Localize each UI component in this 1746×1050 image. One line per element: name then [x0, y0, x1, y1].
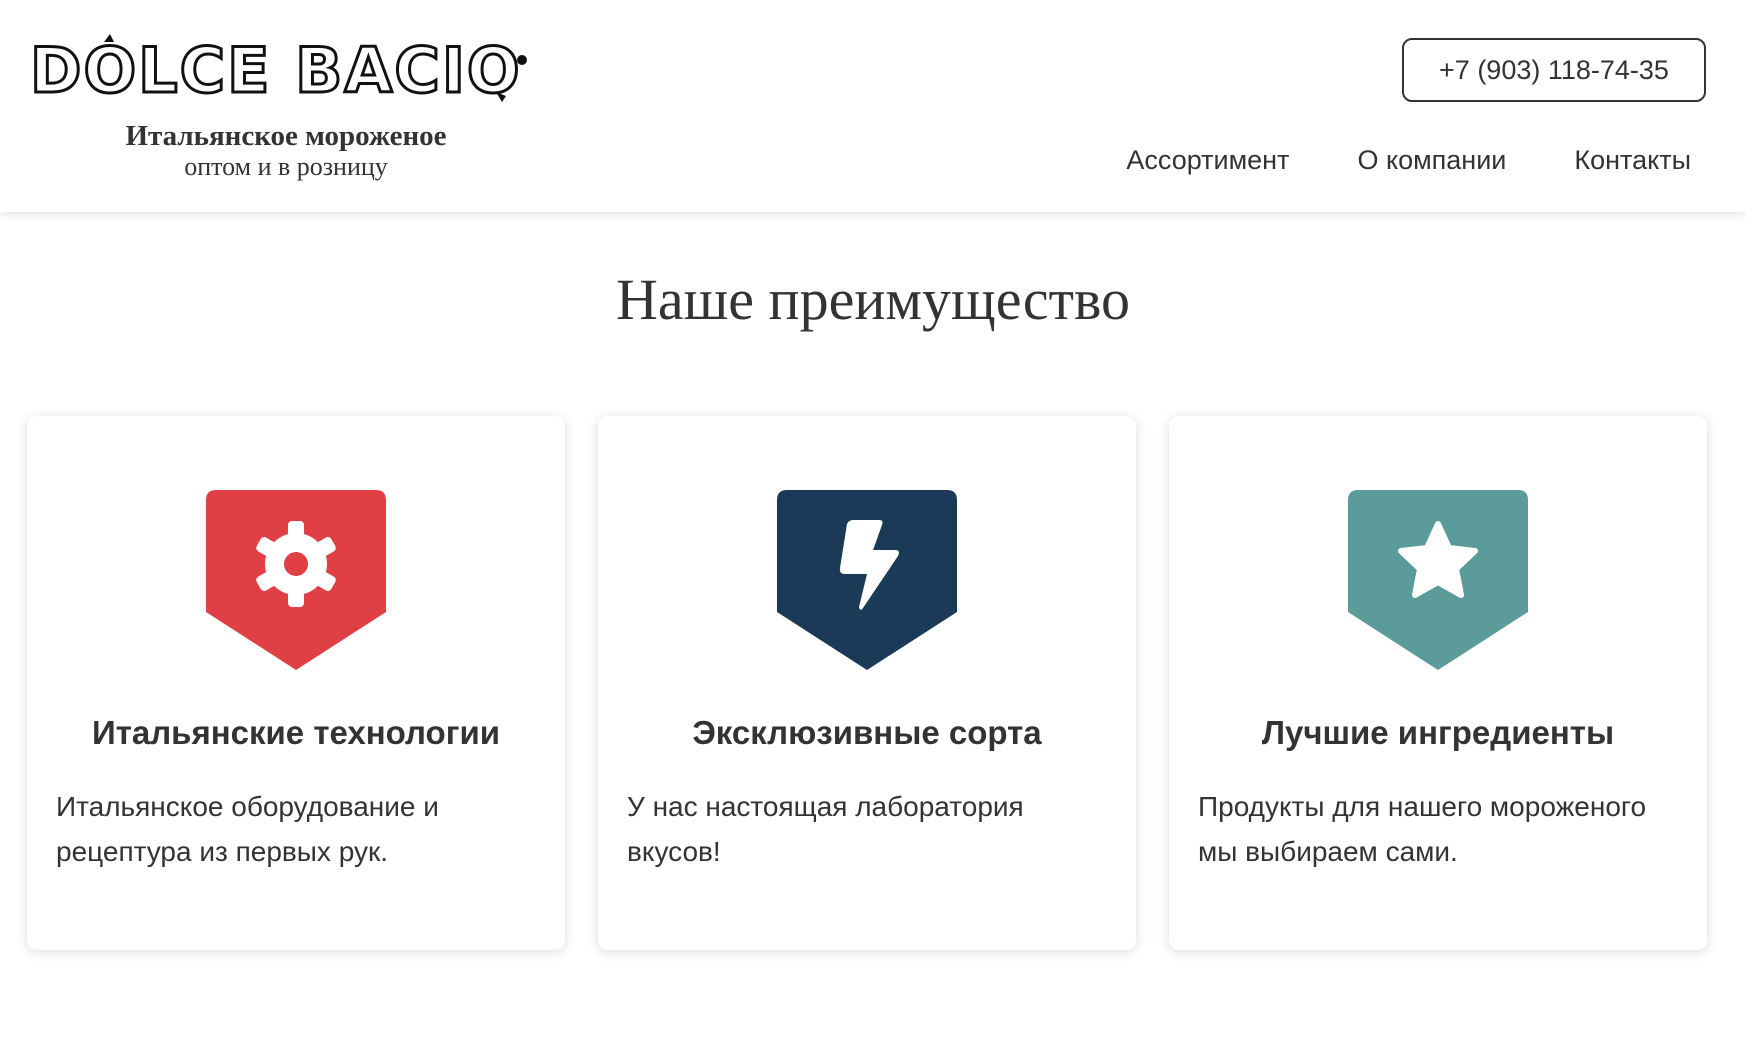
section-title: Наше преимущество [616, 267, 1130, 332]
main-nav: Ассортимент О компании Контакты [1126, 140, 1691, 180]
advantage-card-flavors: Эксклюзивные сорта У нас настоящая лабор… [598, 416, 1136, 950]
card-title: Лучшие ингредиенты [1261, 714, 1615, 751]
logo-wordmark: DOLCE BACIO [29, 33, 527, 105]
card-text: Продукты для нашего мороженого мы выбира… [1198, 791, 1647, 867]
gear-icon [206, 490, 386, 670]
card-title: Итальянские технологии [91, 714, 501, 751]
card-text: Итальянское оборудование и рецептура из … [56, 791, 439, 867]
nav-item-assortment[interactable]: Ассортимент [1126, 140, 1289, 180]
badge-flavors [777, 490, 957, 670]
star-icon [1348, 490, 1528, 670]
bolt-icon [777, 490, 957, 670]
phone-button[interactable]: +7 (903) 118-74-35 [1402, 38, 1706, 102]
svg-text:DOLCE BACIO: DOLCE BACIO [30, 34, 522, 105]
tagline-line2: оптом и в розницу [184, 152, 388, 181]
site-header: DOLCE BACIO Итальянское мороженое оптом … [0, 0, 1746, 212]
card-text: У нас настоящая лаборатория вкусов! [627, 791, 1024, 867]
logo[interactable]: DOLCE BACIO [26, 30, 546, 105]
advantage-card-ingredients: Лучшие ингредиенты Продукты для нашего м… [1169, 416, 1707, 950]
tagline: Итальянское мороженое оптом и в розницу [26, 120, 546, 182]
badge-technology [206, 490, 386, 670]
card-title: Эксклюзивные сорта [692, 714, 1042, 751]
tagline-line1: Итальянское мороженое [125, 120, 447, 152]
badge-ingredients [1348, 490, 1528, 670]
advantage-card-technology: Итальянские технологии Итальянское обору… [27, 416, 565, 950]
advantages-list: Итальянские технологии Итальянское обору… [27, 416, 1707, 950]
nav-item-contacts[interactable]: Контакты [1574, 140, 1691, 180]
nav-item-about[interactable]: О компании [1357, 140, 1506, 180]
